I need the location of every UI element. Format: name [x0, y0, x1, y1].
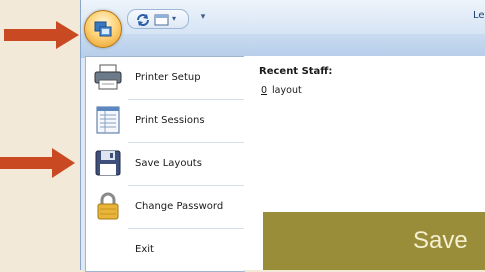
- padlock-icon: [97, 192, 119, 220]
- recent-item-number: 0: [261, 85, 268, 96]
- slide-title: Save: [413, 227, 468, 254]
- app-logo-icon: [94, 21, 112, 37]
- menu-item-label: Change Password: [135, 201, 224, 212]
- arrow-pointer-save-layouts: [0, 148, 75, 178]
- menu-item-save-layouts[interactable]: Save Layouts: [86, 143, 244, 185]
- window-title: Le: [473, 10, 485, 21]
- title-bar: ▾ ▾ Le: [81, 0, 485, 35]
- recent-item-label: layout: [272, 85, 302, 96]
- customize-toolbar-icon[interactable]: ▾: [198, 10, 208, 24]
- slide-title-box: Save: [263, 212, 485, 270]
- window-icon[interactable]: [154, 12, 170, 31]
- menu-item-print-sessions[interactable]: Print Sessions: [86, 100, 244, 142]
- arrow-pointer-orb: [4, 21, 79, 49]
- menu-item-label: Save Layouts: [135, 158, 202, 169]
- menu-item-label: Exit: [135, 244, 154, 255]
- menu-item-exit[interactable]: Exit: [86, 229, 244, 271]
- floppy-disk-icon: [95, 150, 121, 176]
- menu-item-label: Print Sessions: [135, 115, 205, 126]
- sessions-list-icon: [96, 106, 120, 134]
- refresh-icon[interactable]: [136, 12, 150, 31]
- application-orb-button[interactable]: [84, 10, 122, 48]
- menu-item-printer-setup[interactable]: Printer Setup: [86, 57, 244, 99]
- quick-access-toolbar: ▾: [127, 9, 189, 29]
- printer-icon: [94, 64, 122, 90]
- menu-item-change-password[interactable]: Change Password: [86, 186, 244, 228]
- application-menu: Printer Setup Print Sessions Save Layout…: [85, 56, 245, 272]
- chevron-down-icon[interactable]: ▾: [172, 14, 176, 23]
- recent-staff-title: Recent Staff:: [259, 66, 333, 77]
- recent-item[interactable]: 0 layout: [261, 85, 302, 96]
- ribbon-band: [81, 34, 485, 58]
- menu-item-label: Printer Setup: [135, 72, 201, 83]
